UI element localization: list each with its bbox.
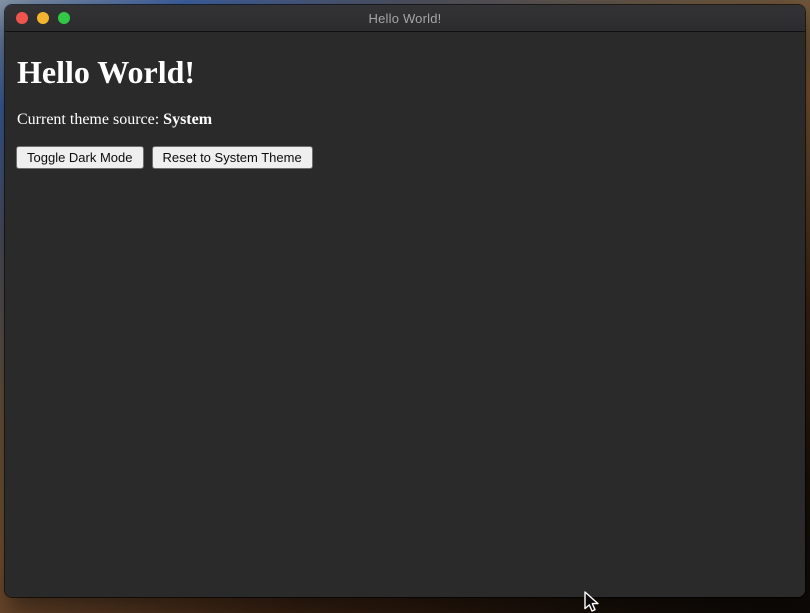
button-row: Toggle Dark Mode Reset to System Theme [16, 146, 793, 169]
page-title: Hello World! [17, 54, 793, 91]
close-button-icon[interactable] [16, 12, 28, 24]
minimize-button-icon[interactable] [37, 12, 49, 24]
reset-to-system-theme-button[interactable]: Reset to System Theme [152, 146, 313, 169]
window-titlebar[interactable]: Hello World! [5, 5, 805, 32]
toggle-dark-mode-button[interactable]: Toggle Dark Mode [16, 146, 144, 169]
theme-source-line: Current theme source: System [17, 111, 793, 129]
zoom-button-icon[interactable] [58, 12, 70, 24]
app-window: Hello World! Hello World! Current theme … [5, 5, 805, 597]
window-content: Hello World! Current theme source: Syste… [5, 32, 805, 597]
window-controls [16, 5, 70, 31]
theme-source-label: Current theme source: [17, 111, 163, 128]
theme-source-value: System [163, 111, 212, 128]
window-title: Hello World! [5, 11, 805, 26]
